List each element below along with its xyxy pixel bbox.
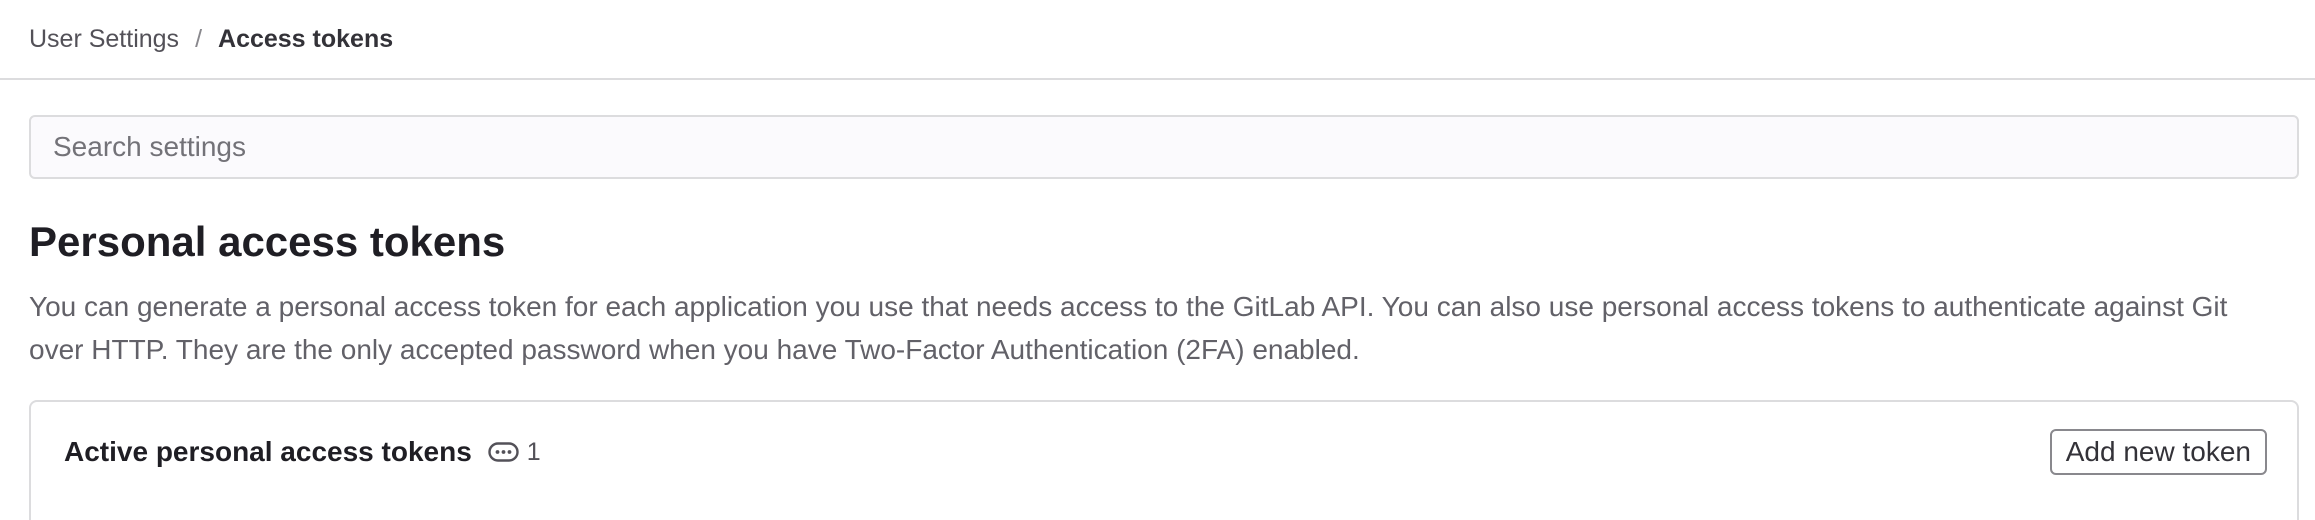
search-field[interactable] (29, 115, 2299, 179)
token-count-badge: 1 (488, 438, 541, 467)
token-count: 1 (526, 437, 541, 466)
active-tokens-title: Active personal access tokens (64, 436, 472, 467)
add-new-token-button[interactable]: Add new token (2049, 429, 2267, 475)
breadcrumb-separator: / (195, 24, 203, 53)
active-tokens-card-header: Active personal access tokens 1 Add new … (31, 402, 2297, 502)
breadcrumb-current-page: Access tokens (218, 24, 394, 53)
active-tokens-card: Active personal access tokens 1 Add new … (29, 400, 2299, 520)
search-input[interactable] (31, 117, 2297, 177)
breadcrumb: User Settings / Access tokens (0, 0, 2315, 80)
page-title: Personal access tokens (29, 218, 506, 265)
token-icon (488, 442, 519, 462)
section-description: You can generate a personal access token… (29, 291, 2228, 365)
breadcrumb-user-settings-link[interactable]: User Settings (29, 25, 179, 54)
